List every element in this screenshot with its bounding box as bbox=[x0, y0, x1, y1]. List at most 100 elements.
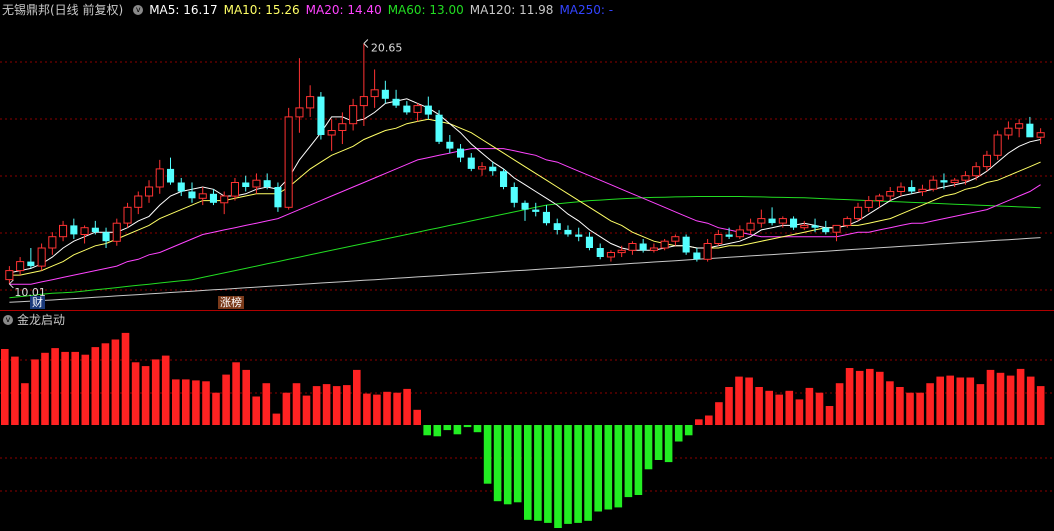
candle[interactable] bbox=[467, 153, 475, 172]
histogram-bar bbox=[1016, 368, 1025, 425]
candle[interactable] bbox=[542, 205, 550, 226]
candle[interactable] bbox=[1036, 128, 1045, 145]
candle[interactable] bbox=[929, 175, 938, 192]
candle[interactable] bbox=[746, 218, 755, 235]
candle[interactable] bbox=[714, 229, 723, 246]
candle[interactable] bbox=[832, 224, 841, 242]
candle[interactable] bbox=[349, 98, 358, 131]
candle[interactable] bbox=[80, 225, 89, 244]
candle[interactable] bbox=[359, 43, 368, 126]
candle[interactable] bbox=[478, 162, 487, 176]
ma-legend-item: MA250: - bbox=[559, 3, 614, 17]
candle[interactable] bbox=[606, 250, 616, 262]
candle[interactable] bbox=[134, 191, 143, 215]
candle[interactable] bbox=[682, 234, 690, 255]
candle[interactable] bbox=[317, 92, 325, 140]
candle[interactable] bbox=[671, 234, 680, 246]
candle[interactable] bbox=[59, 220, 68, 242]
candle[interactable] bbox=[510, 182, 518, 208]
candle[interactable] bbox=[532, 202, 540, 217]
histogram-bar bbox=[795, 399, 804, 425]
candle[interactable] bbox=[908, 180, 916, 194]
chart-header: 无锡鼎邦(日线 前复权) v MA5: 16.17 MA10: 15.26 MA20: … bbox=[0, 0, 1054, 20]
candle[interactable] bbox=[649, 243, 659, 253]
candle[interactable] bbox=[886, 186, 895, 201]
candle[interactable] bbox=[327, 119, 336, 151]
indicator-title[interactable]: 金龙启动 bbox=[17, 313, 65, 327]
candle[interactable] bbox=[27, 248, 35, 269]
candle[interactable] bbox=[1015, 119, 1024, 138]
candle[interactable] bbox=[993, 130, 1002, 160]
candle[interactable] bbox=[123, 202, 132, 228]
candle-body bbox=[961, 175, 970, 181]
candle[interactable] bbox=[435, 110, 443, 145]
chevron-down-icon[interactable]: v bbox=[3, 314, 13, 325]
candle[interactable] bbox=[198, 186, 207, 206]
candle[interactable] bbox=[757, 209, 766, 228]
candle[interactable] bbox=[446, 135, 454, 154]
candle[interactable] bbox=[553, 218, 561, 235]
finance-tag[interactable]: 财 bbox=[30, 296, 45, 309]
histogram-bar bbox=[222, 374, 230, 425]
candle[interactable] bbox=[37, 243, 46, 271]
candle-body bbox=[457, 148, 465, 158]
candle[interactable] bbox=[70, 218, 78, 239]
candle[interactable] bbox=[102, 227, 110, 249]
candle[interactable] bbox=[370, 69, 379, 108]
candle-body bbox=[306, 96, 315, 109]
candle[interactable] bbox=[918, 184, 927, 197]
candle[interactable] bbox=[242, 175, 250, 192]
candle[interactable] bbox=[145, 180, 154, 203]
candle-body bbox=[37, 247, 46, 267]
candle[interactable] bbox=[188, 182, 196, 203]
candle[interactable] bbox=[521, 200, 529, 221]
ma-legend-item: MA20: 14.40 bbox=[305, 3, 382, 17]
candle[interactable] bbox=[575, 227, 583, 242]
stock-title[interactable]: 无锡鼎邦(日线 前复权) bbox=[2, 3, 123, 17]
candle[interactable] bbox=[1004, 121, 1013, 140]
candle[interactable] bbox=[790, 216, 798, 230]
candle[interactable] bbox=[1026, 116, 1034, 138]
candle[interactable] bbox=[392, 89, 400, 108]
candle[interactable] bbox=[230, 177, 239, 201]
stock-chart-canvas[interactable]: 20.6510.01 bbox=[0, 0, 1054, 531]
candle[interactable] bbox=[628, 241, 637, 255]
candle[interactable] bbox=[703, 238, 712, 262]
candle[interactable] bbox=[381, 80, 389, 104]
candle[interactable] bbox=[16, 257, 25, 276]
candle[interactable] bbox=[424, 96, 432, 120]
histogram-bar bbox=[805, 387, 814, 425]
candle-body bbox=[864, 200, 873, 208]
candle[interactable] bbox=[295, 58, 304, 133]
candle[interactable] bbox=[564, 225, 572, 237]
candle[interactable] bbox=[112, 218, 121, 246]
limit-up-tag[interactable]: 涨榜 bbox=[218, 296, 244, 309]
candle[interactable] bbox=[263, 173, 271, 190]
candle[interactable] bbox=[48, 232, 57, 255]
candle[interactable] bbox=[864, 196, 873, 212]
candle[interactable] bbox=[284, 107, 293, 210]
candle[interactable] bbox=[735, 225, 744, 239]
candle[interactable] bbox=[167, 157, 175, 185]
candle[interactable] bbox=[800, 220, 809, 230]
candle[interactable] bbox=[177, 177, 185, 197]
candle[interactable] bbox=[854, 202, 863, 221]
candle[interactable] bbox=[457, 144, 465, 163]
chevron-down-icon[interactable]: v bbox=[133, 4, 144, 15]
candle-body bbox=[177, 182, 185, 192]
candle[interactable] bbox=[306, 85, 315, 117]
candle[interactable] bbox=[155, 159, 164, 194]
histogram-bar bbox=[101, 343, 110, 425]
candle[interactable] bbox=[972, 162, 981, 181]
candle[interactable] bbox=[403, 101, 411, 115]
histogram-bar bbox=[141, 366, 150, 425]
candle[interactable] bbox=[768, 207, 776, 226]
candle-body bbox=[1015, 123, 1024, 129]
candle[interactable] bbox=[585, 232, 593, 251]
candle[interactable] bbox=[500, 168, 508, 190]
candle[interactable] bbox=[209, 189, 217, 206]
candle[interactable] bbox=[896, 182, 906, 197]
histogram-bar bbox=[11, 356, 19, 425]
candle[interactable] bbox=[596, 243, 604, 260]
candle[interactable] bbox=[982, 150, 992, 172]
